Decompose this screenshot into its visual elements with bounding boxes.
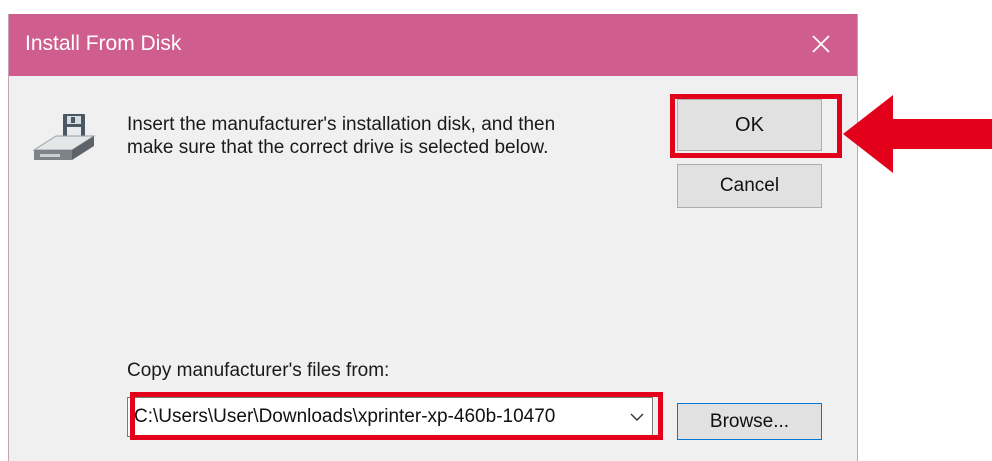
floppy-drive-icon [26, 96, 96, 168]
copy-from-label: Copy manufacturer's files from: [127, 360, 390, 381]
close-button[interactable] [787, 14, 857, 76]
title-bar[interactable]: Install From Disk [9, 14, 857, 76]
instruction-message: Insert the manufacturer's installation d… [127, 113, 555, 159]
close-icon [812, 35, 830, 53]
cancel-button[interactable]: Cancel [677, 164, 822, 208]
path-field-highlight [130, 392, 663, 440]
window-title: Install From Disk [25, 32, 182, 55]
red-arrow-annotation [843, 95, 992, 173]
instruction-line-1: Insert the manufacturer's installation d… [127, 114, 556, 135]
browse-button[interactable]: Browse... [677, 403, 822, 440]
instruction-line-2: make sure that the correct drive is sele… [127, 137, 549, 158]
ok-button-highlight [670, 94, 842, 158]
